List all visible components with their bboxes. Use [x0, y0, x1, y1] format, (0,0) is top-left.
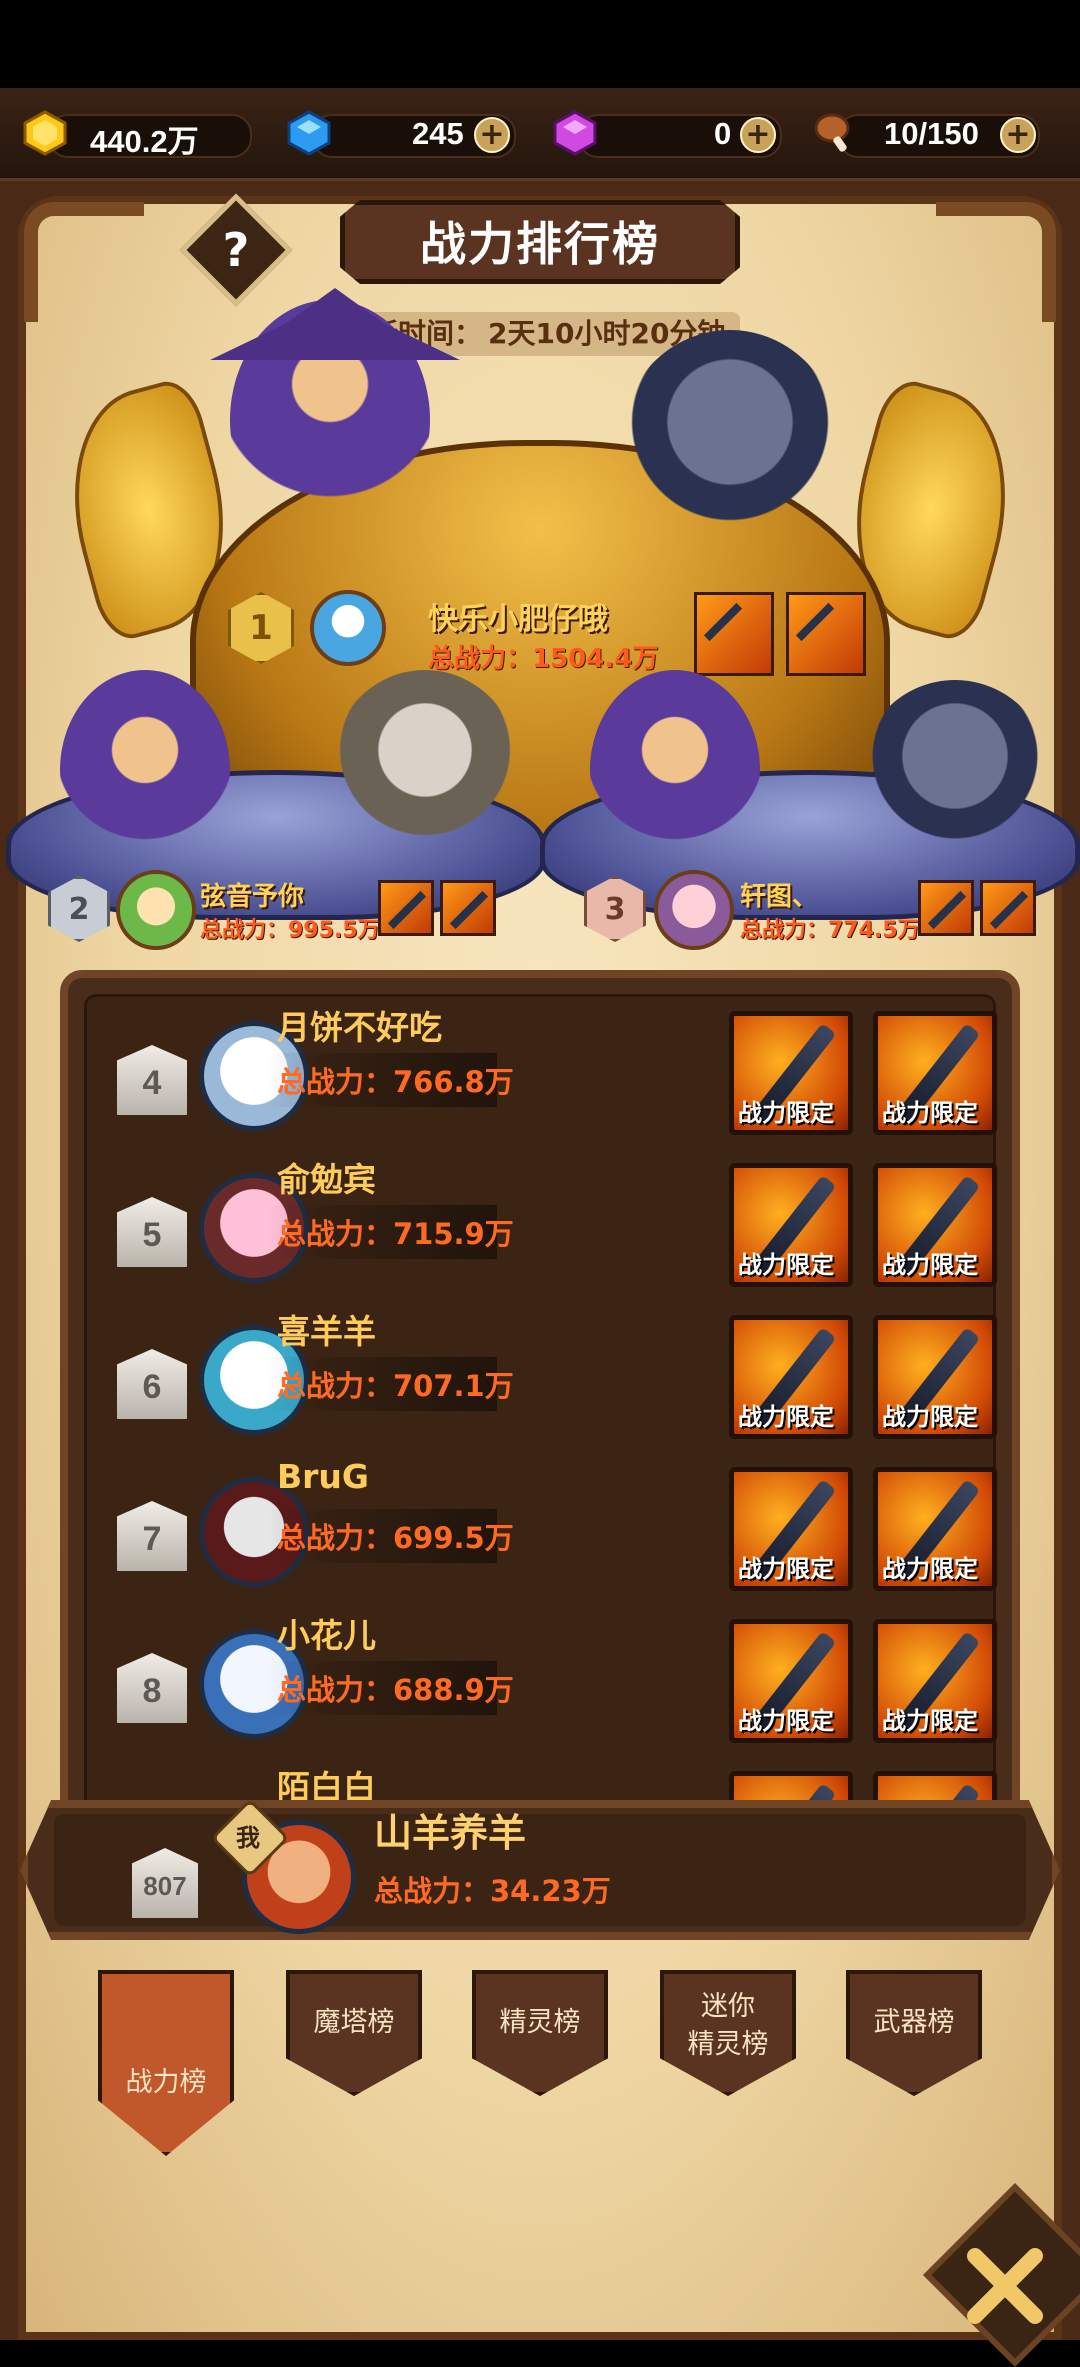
ranking-row[interactable]: 7 BruG 总战力：699.5万 战力限定 战力限定 [87, 1453, 997, 1605]
question-mark-icon: ? [222, 223, 250, 277]
rank1-power: 总战力：1504.4万 [428, 644, 659, 674]
weapon-label: 战力限定 [738, 1403, 834, 1431]
player-power: 总战力：766.8万 [277, 1065, 514, 1099]
my-rank-bar[interactable]: 807 我 山羊养羊 总战力：34.23万 [20, 1790, 1060, 1950]
rank3-weapon-1[interactable] [918, 880, 974, 936]
ranking-row[interactable]: 8 小花儿 总战力：688.9万 战力限定 战力限定 [87, 1605, 997, 1757]
player-name[interactable]: BruG [277, 1457, 369, 1496]
purple-gem-icon [553, 110, 597, 156]
weapon-label: 战力限定 [882, 1555, 978, 1583]
rank1-avatar[interactable] [310, 590, 386, 666]
ranking-list-panel[interactable]: 4 月饼不好吃 总战力：766.8万 战力限定 战力限定 5 俞勉宾 总战力：7… [60, 970, 1020, 1830]
rank3-hero-knight [860, 680, 1050, 870]
stamina-resource: 10/150 + [812, 108, 1040, 158]
my-power: 总战力：34.23万 [374, 1874, 611, 1908]
ranking-list[interactable]: 4 月饼不好吃 总战力：766.8万 战力限定 战力限定 5 俞勉宾 总战力：7… [84, 994, 997, 1822]
crystal-value: 0 [714, 116, 732, 151]
crystal-resource: 0 + [552, 108, 782, 158]
gold-value: 440.2万 [90, 124, 199, 159]
weapon-label: 战力限定 [882, 1707, 978, 1735]
rank1-hero-knight [620, 330, 840, 560]
weapon-slot-2[interactable]: 战力限定 [873, 1619, 997, 1743]
rank-stone: 8 [117, 1653, 187, 1723]
weapon-label: 战力限定 [738, 1099, 834, 1127]
rank-stone: 5 [117, 1197, 187, 1267]
rank3-weapon-2[interactable] [980, 880, 1036, 936]
gold-coin-icon [23, 110, 67, 156]
rank1-name[interactable]: 快乐小肥仔哦 [428, 594, 608, 638]
add-crystal-button[interactable]: + [740, 117, 776, 153]
ranking-row[interactable]: 6 喜羊羊 总战力：707.1万 战力限定 战力限定 [87, 1301, 997, 1453]
rank2-weapon-2[interactable] [440, 880, 496, 936]
weapon-slot-1[interactable]: 战力限定 [729, 1315, 853, 1439]
weapon-label: 战力限定 [882, 1403, 978, 1431]
rank2-weapon-1[interactable] [378, 880, 434, 936]
player-power: 总战力：699.5万 [277, 1521, 514, 1555]
weapon-label: 战力限定 [882, 1251, 978, 1279]
player-name[interactable]: 俞勉宾 [277, 1153, 376, 1201]
diamond-resource: 245 + [286, 108, 516, 158]
weapon-slot-2[interactable]: 战力限定 [873, 1467, 997, 1591]
rank-stone: 4 [117, 1045, 187, 1115]
player-name[interactable]: 小花儿 [277, 1609, 376, 1657]
close-icon [967, 2248, 1043, 2324]
weapon-label: 战力限定 [882, 1099, 978, 1127]
rank3-power: 总战力：774.5万 [740, 918, 920, 943]
weapon-slot-2[interactable]: 战力限定 [873, 1315, 997, 1439]
stamina-value: 10/150 [884, 116, 979, 151]
rank-stone: 7 [117, 1501, 187, 1571]
player-name[interactable]: 喜羊羊 [277, 1305, 376, 1353]
status-bar [0, 0, 1080, 88]
ranking-row[interactable]: 5 俞勉宾 总战力：715.9万 战力限定 战力限定 [87, 1149, 997, 1301]
weapon-slot-1[interactable]: 战力限定 [729, 1163, 853, 1287]
weapon-slot-1[interactable]: 战力限定 [729, 1011, 853, 1135]
page-title: 战力排行榜 [420, 217, 660, 271]
weapon-slot-2[interactable]: 战力限定 [873, 1163, 997, 1287]
rank2-name[interactable]: 弦音予你 [200, 876, 304, 913]
rank2-avatar[interactable] [116, 870, 196, 950]
weapon-label: 战力限定 [738, 1251, 834, 1279]
rank2-hero-mage [60, 670, 230, 870]
player-power: 总战力：707.1万 [277, 1369, 514, 1403]
diamond-value: 245 [412, 116, 464, 151]
rank2-power: 总战力：995.5万 [200, 918, 380, 943]
rank3-avatar[interactable] [654, 870, 734, 950]
add-stamina-button[interactable]: + [1000, 117, 1036, 153]
gold-resource: 440.2万 [22, 108, 252, 159]
weapon-slot-1[interactable]: 战力限定 [729, 1619, 853, 1743]
player-power: 总战力：715.9万 [277, 1217, 514, 1251]
weapon-slot-2[interactable]: 战力限定 [873, 1011, 997, 1135]
rank1-weapon-2[interactable] [786, 592, 866, 676]
me-badge: 我 [236, 1824, 260, 1852]
weapon-label: 战力限定 [738, 1707, 834, 1735]
blue-gem-icon [287, 110, 331, 156]
rank3-name[interactable]: 轩图、 [740, 876, 818, 913]
resource-bar: 440.2万 245 + 0 + 10/150 + [0, 88, 1080, 181]
player-name[interactable]: 月饼不好吃 [277, 1001, 442, 1049]
rank3-hero-mage [590, 670, 760, 870]
weapon-slot-1[interactable]: 战力限定 [729, 1467, 853, 1591]
rank1-weapon-1[interactable] [694, 592, 774, 676]
weapon-label: 战力限定 [738, 1555, 834, 1583]
player-power: 总战力：688.9万 [277, 1673, 514, 1707]
rank2-hero-warrior [330, 670, 520, 870]
meat-drumstick-icon [814, 113, 850, 152]
rank-stone: 6 [117, 1349, 187, 1419]
add-diamond-button[interactable]: + [474, 117, 510, 153]
my-name: 山羊养羊 [374, 1811, 527, 1855]
ranking-row[interactable]: 4 月饼不好吃 总战力：766.8万 战力限定 战力限定 [87, 997, 997, 1149]
